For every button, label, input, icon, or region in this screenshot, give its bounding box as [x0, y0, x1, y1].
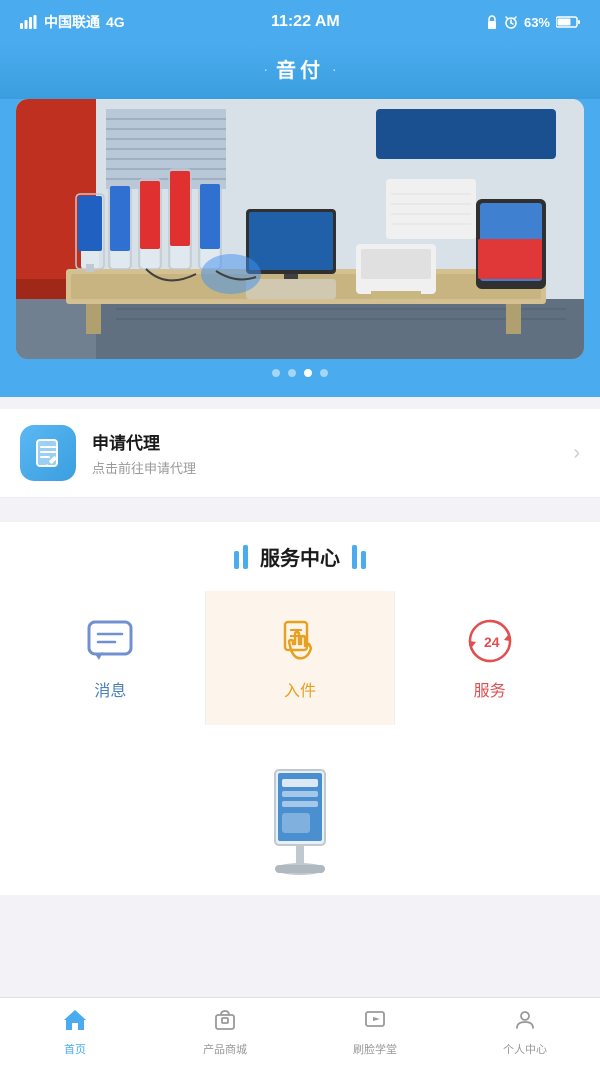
agency-section[interactable]: 申请代理 点击前往申请代理 ›	[0, 409, 600, 498]
lock-icon	[486, 15, 498, 29]
service-item-message[interactable]: 消息	[16, 591, 205, 725]
carousel-image[interactable]	[16, 99, 584, 359]
status-left: 中国联通 4G	[20, 12, 125, 32]
carousel-dot-3[interactable]	[304, 369, 312, 377]
service-item-service[interactable]: 24 服务	[395, 591, 584, 725]
service-header: 服务中心	[16, 542, 584, 571]
home-icon	[62, 1008, 88, 1037]
battery-icon	[556, 16, 580, 28]
entry-icon	[275, 616, 325, 666]
scene-svg	[16, 99, 584, 359]
tab-home[interactable]: 首页	[0, 998, 150, 1067]
service-bars-right	[352, 545, 366, 569]
agency-title: 申请代理	[92, 429, 196, 454]
shop-icon	[213, 1008, 237, 1037]
entry-icon-wrap	[274, 615, 326, 667]
face-svg	[363, 1008, 387, 1032]
agency-icon	[20, 425, 76, 481]
battery-label: 63%	[524, 15, 550, 30]
carousel-scene	[16, 99, 584, 359]
bottom-spacer	[0, 895, 600, 965]
profile-icon	[513, 1008, 537, 1037]
section-divider-1	[0, 498, 600, 510]
header-title-area: · 音付 ·	[0, 54, 600, 83]
service-label: 服务	[474, 677, 506, 701]
bar-4	[361, 551, 366, 569]
carrier-label: 中国联通	[44, 12, 100, 32]
carousel-dot-1[interactable]	[272, 369, 280, 377]
carousel-dot-2[interactable]	[288, 369, 296, 377]
tab-shop-label: 产品商城	[203, 1041, 247, 1057]
tab-face-label: 刷脸学堂	[353, 1041, 397, 1057]
service-item-entry[interactable]: 入件	[206, 591, 395, 725]
face-icon	[363, 1008, 387, 1037]
carousel-indicators	[16, 369, 584, 377]
shop-svg	[213, 1008, 237, 1032]
kiosk-device-icon	[260, 765, 340, 875]
service-section: 服务中心 消息	[0, 522, 600, 745]
profile-svg	[513, 1008, 537, 1032]
time-label: 11:22 AM	[271, 13, 340, 31]
message-icon-wrap	[84, 615, 136, 667]
agency-subtitle: 点击前往申请代理	[92, 458, 196, 477]
status-bar: 中国联通 4G 11:22 AM 63%	[0, 0, 600, 44]
network-label: 4G	[106, 14, 125, 30]
message-label: 消息	[94, 677, 126, 701]
tab-bar: 首页 产品商城 刷脸学堂 个人中心	[0, 997, 600, 1067]
tab-profile-label: 个人中心	[503, 1041, 547, 1057]
entry-label: 入件	[284, 677, 316, 701]
status-right: 63%	[486, 15, 580, 30]
service-icon-wrap: 24	[464, 615, 516, 667]
svg-text:24: 24	[484, 634, 500, 650]
agency-svg-icon	[31, 436, 65, 470]
app-header: · 音付 ·	[0, 44, 600, 99]
bar-3	[352, 545, 357, 569]
alarm-icon	[504, 15, 518, 29]
service-bars-left	[234, 545, 248, 569]
service-center-title: 服务中心	[260, 542, 340, 571]
tab-face[interactable]: 刷脸学堂	[300, 998, 450, 1067]
agency-left: 申请代理 点击前往申请代理	[20, 425, 196, 481]
app-title: 音付	[276, 54, 324, 83]
bar-2	[243, 545, 248, 569]
tab-shop[interactable]: 产品商城	[150, 998, 300, 1067]
agency-arrow-icon: ›	[573, 442, 580, 465]
tab-profile[interactable]: 个人中心	[450, 998, 600, 1067]
agency-text: 申请代理 点击前往申请代理	[92, 429, 196, 477]
device-section	[0, 745, 600, 895]
carousel-section	[0, 99, 600, 397]
message-icon	[85, 618, 135, 664]
home-svg	[62, 1008, 88, 1032]
carousel-dot-4[interactable]	[320, 369, 328, 377]
service-icon: 24	[464, 615, 516, 667]
signal-icon	[20, 15, 38, 29]
bar-1	[234, 551, 239, 569]
tab-home-label: 首页	[64, 1041, 86, 1057]
service-grid: 消息 入件	[16, 591, 584, 725]
